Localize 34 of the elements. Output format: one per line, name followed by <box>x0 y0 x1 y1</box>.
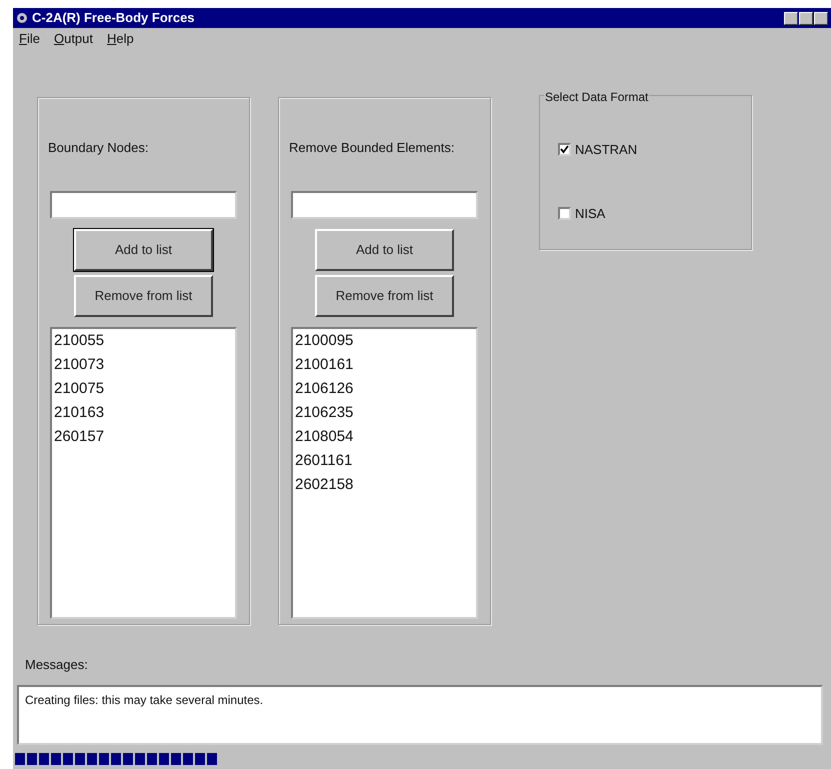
checkbox[interactable] <box>558 206 571 220</box>
list-item[interactable]: 210163 <box>54 400 104 424</box>
list-item[interactable]: 2106126 <box>295 376 354 400</box>
menu-item[interactable]: File <box>19 29 40 45</box>
list-item[interactable]: 210073 <box>54 352 104 376</box>
input-field[interactable] <box>291 190 478 218</box>
list-button[interactable]: Add to list <box>74 228 213 270</box>
list-button[interactable]: Remove from list <box>315 274 454 316</box>
list-button[interactable]: Remove from list <box>74 274 213 316</box>
checkbox-label: NASTRAN <box>575 141 638 159</box>
messages-label: Messages: <box>25 657 88 672</box>
checkbox-label: NISA <box>575 204 606 222</box>
maximize-button[interactable] <box>799 12 813 24</box>
list-item[interactable]: 2602158 <box>295 472 354 496</box>
menu-item[interactable]: Help <box>107 29 134 45</box>
list-button[interactable]: Add to list <box>315 228 454 270</box>
list-item[interactable]: 2108054 <box>295 424 354 448</box>
close-button[interactable] <box>814 12 828 24</box>
menu-item[interactable]: Output <box>54 29 94 45</box>
minimize-button[interactable] <box>784 12 798 24</box>
app-icon <box>16 12 28 24</box>
list-item[interactable]: 2100095 <box>295 328 354 352</box>
checkbox[interactable] <box>558 143 571 156</box>
window-title: C-2A(R) Free-Body Forces <box>32 9 195 28</box>
list-item[interactable]: 2106235 <box>295 400 354 424</box>
list-item[interactable]: 2100161 <box>295 352 354 376</box>
input-field[interactable] <box>50 190 237 218</box>
list-item[interactable]: 260157 <box>54 424 104 448</box>
field-label: Remove Bounded Elements: <box>289 139 454 157</box>
list-item[interactable]: 2601161 <box>295 448 352 472</box>
list-item[interactable]: 210075 <box>54 376 104 400</box>
field-label: Boundary Nodes: <box>48 139 148 157</box>
list-item[interactable]: 210055 <box>54 328 104 352</box>
message-text: Creating files: this may take several minutes. <box>25 692 264 706</box>
